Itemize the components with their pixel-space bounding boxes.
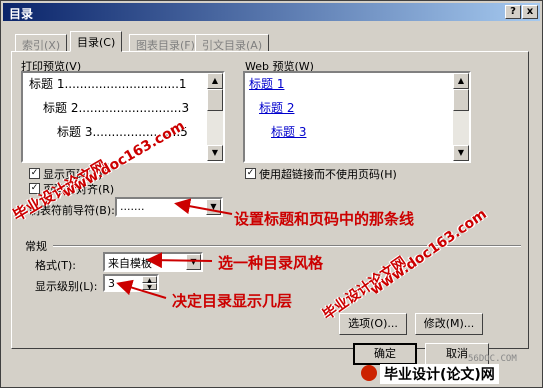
general-section-label: 常规 bbox=[25, 240, 47, 253]
options-button[interactable]: 选项(O)... bbox=[339, 313, 407, 335]
footer-domain: 56DOC.COM bbox=[468, 354, 517, 364]
format-value: 来自模板 bbox=[108, 257, 152, 270]
modify-button[interactable]: 修改(M)... bbox=[415, 313, 483, 335]
print-preview-scrollbar[interactable]: ▲ ▼ bbox=[207, 73, 223, 161]
annotation-leader-text: 设置标题和页码中的 bbox=[234, 210, 370, 228]
scroll-thumb[interactable] bbox=[453, 89, 469, 111]
levels-label: 显示级别(L): bbox=[35, 280, 98, 293]
hyperlinks-label: 使用超链接而不使用页码(H) bbox=[259, 168, 397, 181]
tab-authorities[interactable]: 引文目录(A) bbox=[195, 34, 270, 52]
web-preview-link-2[interactable]: 标题 2 bbox=[259, 99, 294, 116]
close-button[interactable]: x bbox=[522, 5, 538, 19]
web-preview-link-1[interactable]: 标题 1 bbox=[249, 75, 284, 92]
annotation-leader-tail: 那条线 bbox=[369, 210, 415, 228]
scroll-thumb[interactable] bbox=[207, 89, 223, 111]
levels-stepper[interactable]: 3 ▲ ▼ bbox=[103, 274, 159, 292]
spin-down-icon[interactable]: ▼ bbox=[142, 283, 157, 291]
annotation-format: 选一种目录风格 bbox=[218, 254, 324, 272]
spin-up-icon[interactable]: ▲ bbox=[142, 276, 157, 284]
annotation-levels: 决定目录显示几层 bbox=[172, 292, 293, 310]
print-preview-line-2: 标题 2...........................3 bbox=[43, 101, 190, 115]
tab-leader-select[interactable]: ....... ▼ bbox=[115, 197, 223, 217]
footer-logo-text: 毕业设计(论文)网 bbox=[380, 364, 499, 384]
ok-button[interactable]: 确定 bbox=[353, 343, 417, 365]
window-title: 目录 bbox=[9, 7, 34, 21]
show-page-numbers-checkbox[interactable]: ✓ bbox=[29, 168, 40, 179]
title-bar: 目录 ? x bbox=[3, 3, 540, 21]
site-logo-icon bbox=[361, 365, 377, 381]
tab-figures[interactable]: 图表目录(F) bbox=[129, 34, 202, 52]
print-preview-line-1: 标题 1..............................1 bbox=[29, 77, 187, 91]
levels-value: 3 bbox=[108, 277, 115, 290]
web-preview-link-3[interactable]: 标题 3 bbox=[271, 123, 306, 140]
tab-toc[interactable]: 目录(C) bbox=[70, 31, 123, 52]
chevron-down-icon[interactable]: ▼ bbox=[186, 254, 201, 270]
scroll-up-icon[interactable]: ▲ bbox=[453, 73, 469, 89]
toc-dialog: 目录 ? x 索引(X) 目录(C) 图表目录(F) 引文目录(A) 打印预览(… bbox=[0, 0, 543, 388]
hyperlinks-checkbox[interactable]: ✓ bbox=[245, 168, 256, 179]
help-button[interactable]: ? bbox=[505, 5, 521, 19]
scroll-down-icon[interactable]: ▼ bbox=[207, 145, 223, 161]
annotation-leader: 设置标题和页码中的那条线 bbox=[234, 208, 414, 229]
tab-index[interactable]: 索引(X) bbox=[15, 34, 68, 52]
tab-leader-value: ....... bbox=[120, 200, 145, 213]
web-preview-box: 标题 1 标题 2 标题 3 ▲ ▼ bbox=[243, 71, 471, 163]
scroll-down-icon[interactable]: ▼ bbox=[453, 145, 469, 161]
web-preview-scrollbar[interactable]: ▲ ▼ bbox=[453, 73, 469, 161]
format-label: 格式(T): bbox=[35, 259, 77, 272]
format-select[interactable]: 来自模板 ▼ bbox=[103, 252, 203, 272]
scroll-up-icon[interactable]: ▲ bbox=[207, 73, 223, 89]
chevron-down-icon[interactable]: ▼ bbox=[206, 199, 221, 215]
